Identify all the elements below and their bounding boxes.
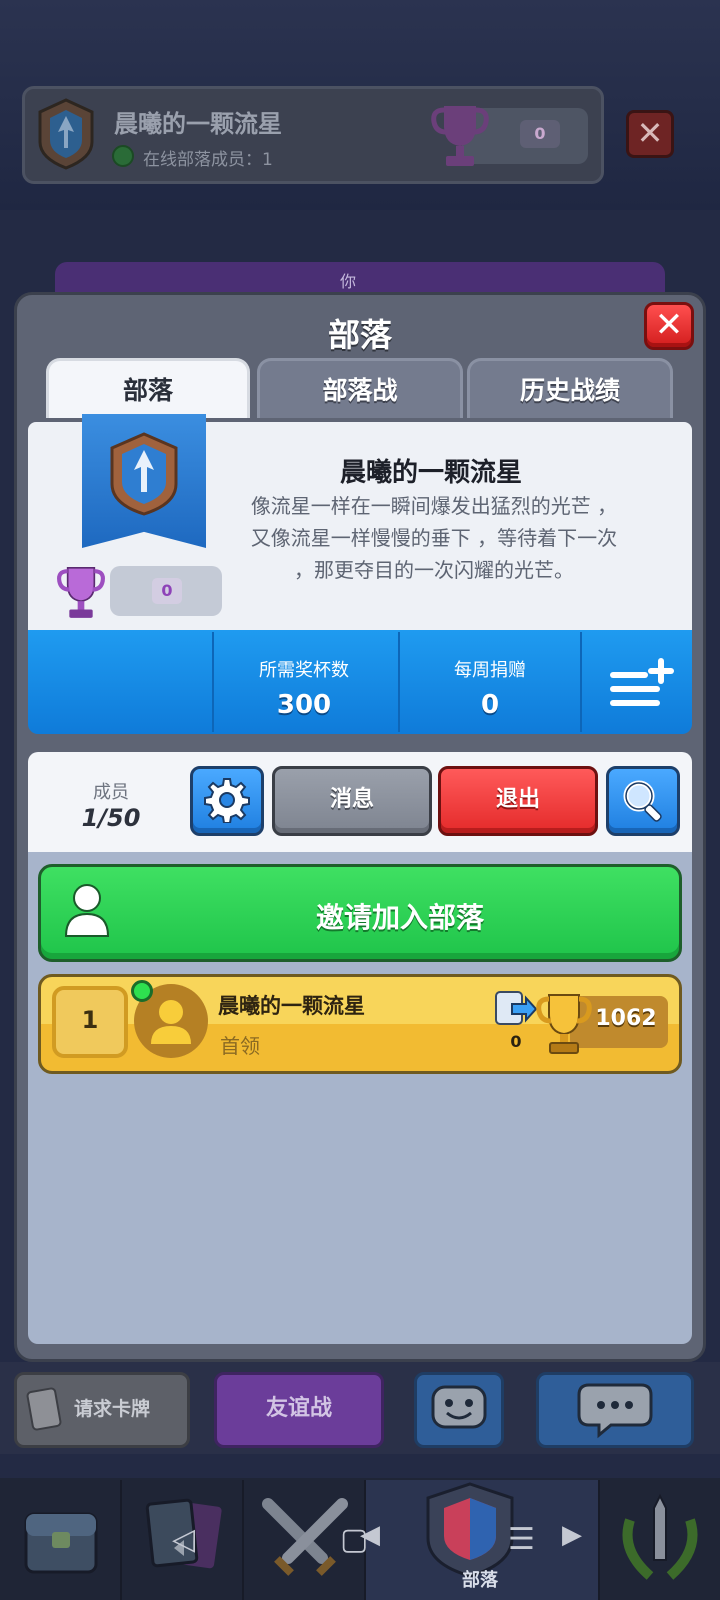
chat-button[interactable] [536,1372,694,1448]
friendly-battle-button[interactable]: 友谊战 [214,1372,384,1448]
nav-forward-arrow-icon[interactable]: ▶ [562,1520,582,1550]
add-list-icon[interactable] [608,658,676,710]
modal-title: 部落 [327,316,392,354]
chat-icon [577,1383,653,1439]
weekly-donations-label: 每周捐赠 [454,660,526,681]
card-donation-icon [495,991,538,1025]
system-menu-icon[interactable]: ☰ [508,1522,535,1557]
member-trophies: 1062 [595,1006,657,1031]
message-button[interactable]: 消息 [272,766,432,836]
stats-divider [580,632,582,732]
member-donations: 0 [510,1032,522,1051]
members-label: 成员 [93,782,129,803]
leave-clan-button[interactable]: 退出 [438,766,598,836]
trophy-icon [536,994,592,1054]
weekly-donations-value: 0 [480,690,500,720]
tab-clan[interactable]: 部落 [46,358,250,418]
member-rank: 1 [81,1006,99,1034]
required-trophies-label: 所需奖杯数 [259,660,349,681]
trophy-icon [431,106,489,166]
background-clan-name: 晨曦的一颗流星 [114,110,282,138]
search-icon [623,780,662,822]
trophy-icon [57,567,105,618]
invite-label: 邀请加入部落 [315,901,484,934]
clan-description: 像流星一样在一瞬间爆发出猛烈的光芒 ，又像流星一样慢慢的垂下 ，等待着下一次 ，… [250,494,618,582]
required-trophies-value: 300 [276,690,332,720]
close-button[interactable]: ✕ [644,302,694,350]
emote-button[interactable] [414,1372,504,1448]
nav-shop[interactable] [0,1480,122,1600]
request-cards-label: 请求卡牌 [74,1398,151,1420]
members-count: 1/50 [81,804,141,832]
member-role: 首领 [220,1034,260,1058]
emote-icon [431,1385,487,1429]
tab-history[interactable]: 历史战绩 [467,358,673,418]
clan-trophy-count: 0 [152,578,182,604]
clan-badge-icon [110,432,178,516]
tab-clan-war[interactable]: 部落战 [257,358,463,418]
nav-clan-label: 部落 [462,1570,498,1591]
person-icon [64,884,110,937]
card-icon [26,1387,62,1431]
gear-icon [204,778,250,823]
settings-button[interactable] [190,766,264,836]
system-back-icon[interactable]: ◁ [172,1522,195,1557]
clan-badge-icon [38,98,94,170]
background-you-label: 你 [340,272,357,291]
background-close-button[interactable]: ✕ [626,110,674,158]
online-status-icon [131,980,153,1002]
search-button[interactable] [606,766,680,836]
laurel-sword-icon [622,1493,698,1580]
background-online-members: 在线部落成员：1 [143,150,273,170]
nav-events[interactable] [600,1480,720,1600]
online-status-icon [112,145,134,167]
member-name: 晨曦的一颗流星 [218,994,365,1018]
clan-name: 晨曦的一颗流星 [339,458,522,488]
treasure-chest-icon [24,1512,98,1574]
background-trophy-count: 0 [520,120,560,148]
system-home-icon[interactable]: ▢ [340,1522,368,1557]
